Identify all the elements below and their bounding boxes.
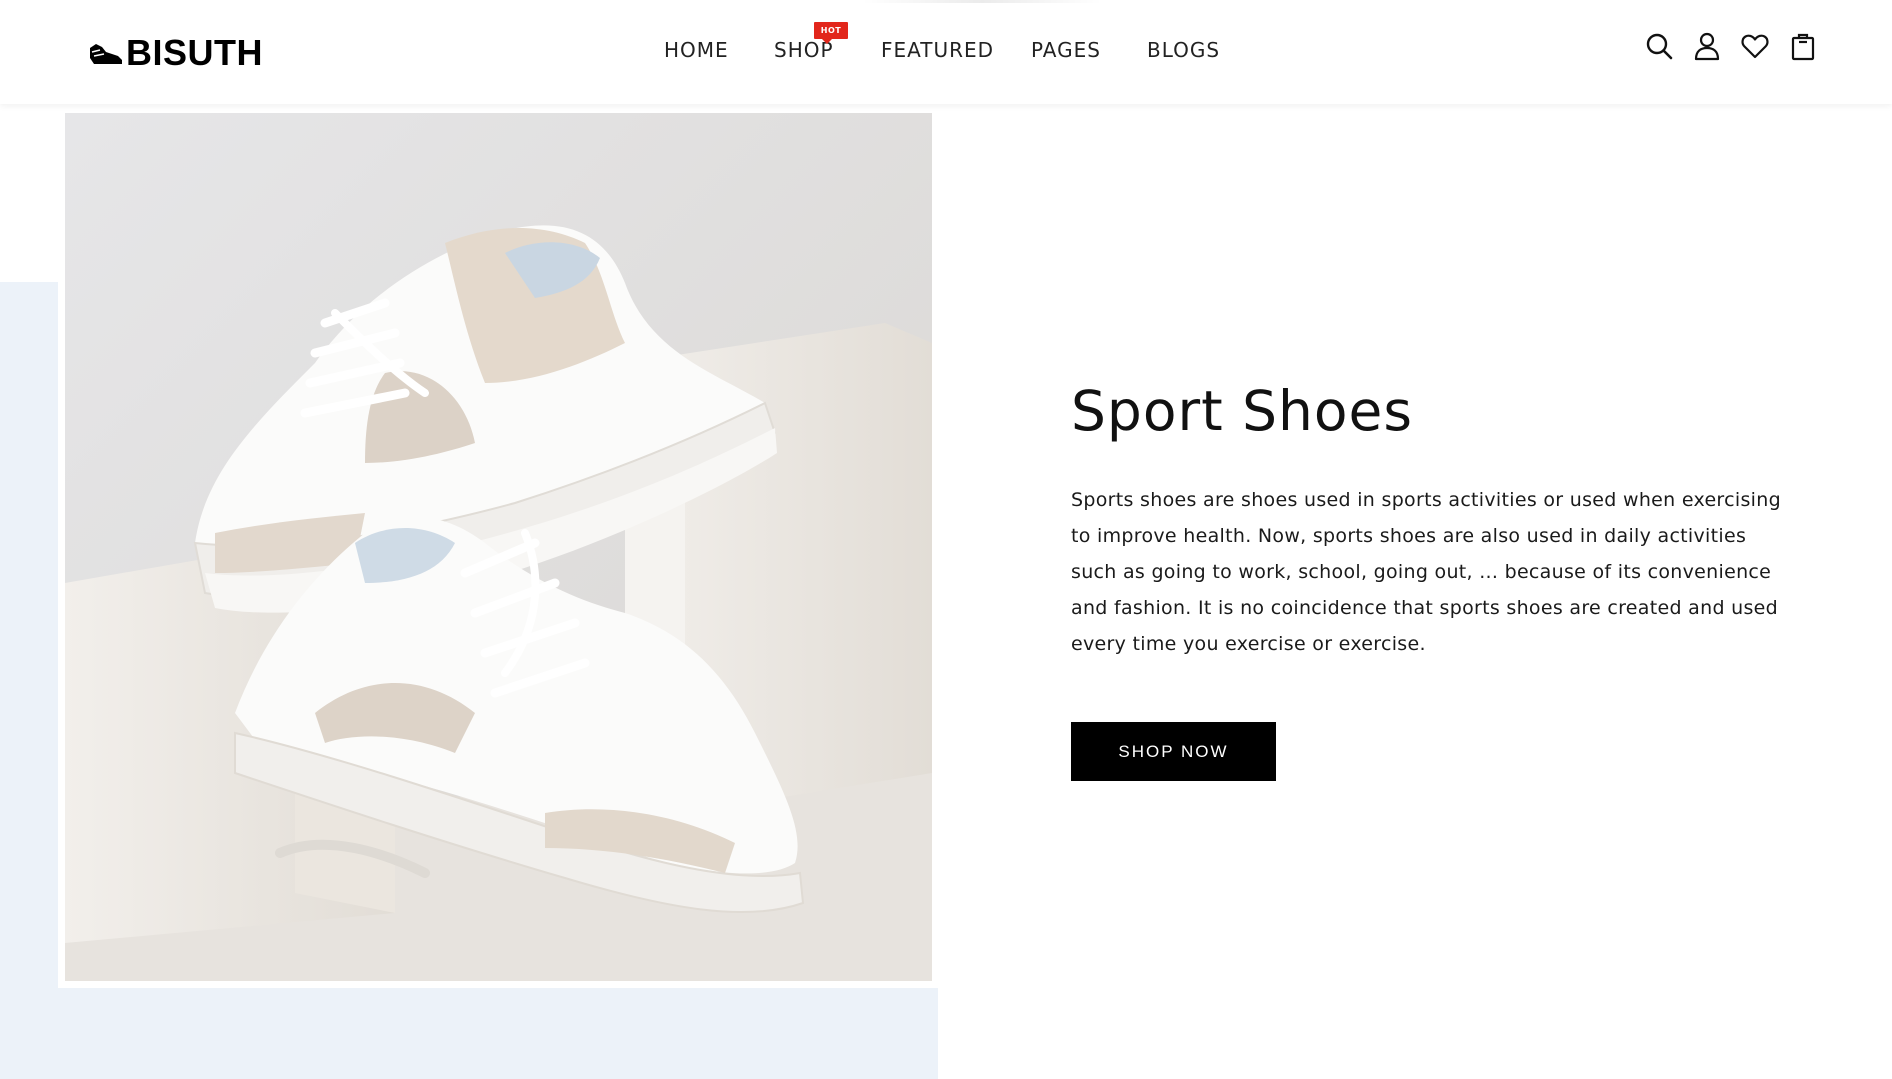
- shoe-logo-icon: [90, 44, 122, 64]
- nav-home[interactable]: HOME: [664, 38, 729, 62]
- header-divider: [862, 0, 1102, 3]
- wishlist-button[interactable]: [1738, 28, 1772, 64]
- shop-now-button[interactable]: SHOP NOW: [1071, 722, 1276, 781]
- site-header: BISUTH HOME SHOP HOT FEATURED PAGES BLOG…: [0, 0, 1892, 104]
- sneakers-illustration: [65, 113, 932, 981]
- search-button[interactable]: [1642, 28, 1676, 64]
- cart-button[interactable]: [1786, 28, 1820, 64]
- logo-text: BISUTH: [126, 32, 263, 73]
- shopping-bag-icon: [1791, 33, 1815, 61]
- product-photo: [65, 113, 932, 981]
- account-button[interactable]: [1690, 28, 1724, 64]
- heart-icon: [1741, 34, 1769, 59]
- user-icon: [1694, 32, 1720, 61]
- header-icons: [1642, 28, 1820, 64]
- hero-content: Sport Shoes Sports shoes are shoes used …: [1071, 376, 1791, 662]
- search-icon: [1646, 33, 1673, 60]
- hot-badge: HOT: [814, 22, 848, 44]
- nav-pages[interactable]: PAGES: [1031, 38, 1101, 62]
- hero-title: Sport Shoes: [1071, 379, 1414, 443]
- nav-featured[interactable]: FEATURED: [881, 38, 994, 62]
- hero-description: Sports shoes are shoes used in sports ac…: [1071, 489, 1781, 655]
- nav-blogs[interactable]: BLOGS: [1147, 38, 1220, 62]
- logo[interactable]: BISUTH: [88, 30, 263, 76]
